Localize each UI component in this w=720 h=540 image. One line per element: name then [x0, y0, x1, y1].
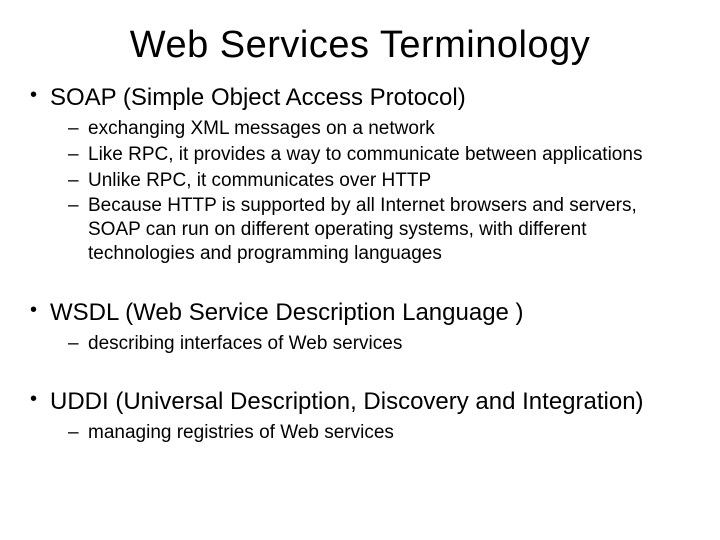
- sub-item: Unlike RPC, it communicates over HTTP: [66, 169, 692, 193]
- bullet-label: WSDL (Web Service Description Language ): [50, 299, 524, 326]
- sub-list: exchanging XML messages on a network Lik…: [50, 117, 692, 266]
- bullet-list: SOAP (Simple Object Access Protocol) exc…: [28, 83, 692, 266]
- bullet-item-wsdl: WSDL (Web Service Description Language )…: [28, 298, 692, 356]
- sub-item: managing registries of Web services: [66, 421, 692, 445]
- slide: Web Services Terminology SOAP (Simple Ob…: [0, 0, 720, 540]
- sub-item: Like RPC, it provides a way to communica…: [66, 143, 692, 167]
- bullet-item-uddi: UDDI (Universal Description, Discovery a…: [28, 387, 692, 445]
- sub-list: managing registries of Web services: [50, 421, 692, 445]
- bullet-list: UDDI (Universal Description, Discovery a…: [28, 387, 692, 445]
- bullet-list: WSDL (Web Service Description Language )…: [28, 298, 692, 356]
- slide-title: Web Services Terminology: [28, 24, 692, 67]
- sub-item: exchanging XML messages on a network: [66, 117, 692, 141]
- bullet-item-soap: SOAP (Simple Object Access Protocol) exc…: [28, 83, 692, 266]
- bullet-label: SOAP (Simple Object Access Protocol): [50, 84, 466, 111]
- bullet-label: UDDI (Universal Description, Discovery a…: [50, 388, 644, 415]
- sub-item: describing interfaces of Web services: [66, 332, 692, 356]
- sub-list: describing interfaces of Web services: [50, 332, 692, 356]
- sub-item: Because HTTP is supported by all Interne…: [66, 194, 692, 265]
